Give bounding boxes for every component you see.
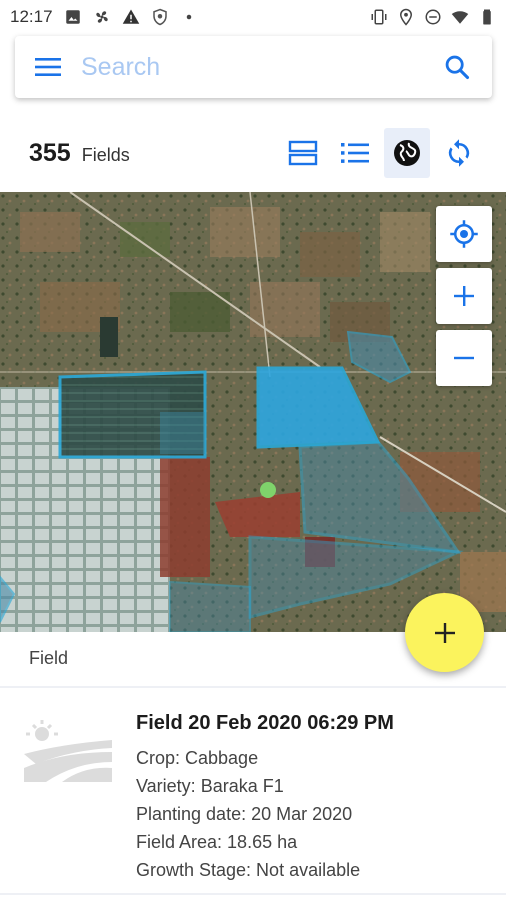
wifi-icon bbox=[451, 8, 469, 26]
card-view-icon bbox=[288, 140, 318, 166]
satellite-imagery bbox=[0, 192, 506, 632]
search-bar bbox=[15, 36, 492, 98]
vibrate-icon bbox=[370, 8, 388, 26]
card-view-button[interactable] bbox=[280, 128, 326, 178]
dot-icon bbox=[180, 8, 198, 26]
fields-count-label: Fields bbox=[81, 144, 130, 165]
my-location-icon bbox=[450, 220, 478, 248]
list-view-icon bbox=[341, 143, 369, 163]
zoom-in-icon bbox=[454, 286, 474, 306]
zoom-out-icon bbox=[454, 356, 474, 360]
field-thumbnail-icon bbox=[24, 720, 112, 782]
map-view-icon bbox=[394, 140, 420, 166]
plus-icon bbox=[434, 622, 455, 643]
warning-icon bbox=[122, 8, 140, 26]
zoom-out-button[interactable] bbox=[436, 330, 492, 386]
do-not-disturb-icon bbox=[424, 8, 442, 26]
menu-button[interactable] bbox=[15, 36, 81, 98]
fields-count: 355 bbox=[29, 138, 71, 167]
field-crop: Crop: Cabbage bbox=[136, 748, 259, 768]
sync-icon bbox=[448, 139, 470, 167]
status-bar: 12:17 bbox=[0, 0, 506, 34]
location-icon bbox=[397, 8, 415, 26]
bottom-divider bbox=[0, 893, 506, 895]
map-view-button[interactable] bbox=[384, 128, 430, 178]
field-planting-date: Planting date: 20 Mar 2020 bbox=[136, 804, 353, 824]
field-info: Field 20 Feb 2020 06:29 PM Crop: Cabbage… bbox=[136, 712, 394, 884]
list-view-button[interactable] bbox=[332, 128, 378, 178]
menu-icon bbox=[35, 58, 61, 76]
view-toggle-group bbox=[280, 128, 482, 178]
search-button[interactable] bbox=[422, 36, 492, 98]
status-time: 12:17 bbox=[10, 7, 53, 26]
battery-icon bbox=[478, 8, 496, 26]
add-field-button[interactable] bbox=[405, 593, 484, 672]
field-growth-stage: Growth Stage: Not available bbox=[136, 860, 361, 880]
image-icon bbox=[64, 8, 82, 26]
field-list-item[interactable]: Field 20 Feb 2020 06:29 PM Crop: Cabbage… bbox=[0, 690, 506, 890]
field-title: Field 20 Feb 2020 06:29 PM bbox=[136, 712, 394, 734]
search-input[interactable] bbox=[81, 47, 422, 87]
section-label: Field bbox=[29, 648, 69, 668]
field-area: Field Area: 18.65 ha bbox=[136, 832, 298, 852]
sync-button[interactable] bbox=[436, 128, 482, 178]
field-variety: Variety: Baraka F1 bbox=[136, 776, 284, 796]
my-location-button[interactable] bbox=[436, 206, 492, 262]
section-divider bbox=[0, 686, 506, 688]
fan-icon bbox=[93, 8, 111, 26]
zoom-in-button[interactable] bbox=[436, 268, 492, 324]
satellite-map[interactable] bbox=[0, 192, 506, 632]
search-icon bbox=[445, 55, 470, 80]
shield-icon bbox=[151, 8, 169, 26]
fields-header: 355 Fields bbox=[0, 120, 506, 186]
